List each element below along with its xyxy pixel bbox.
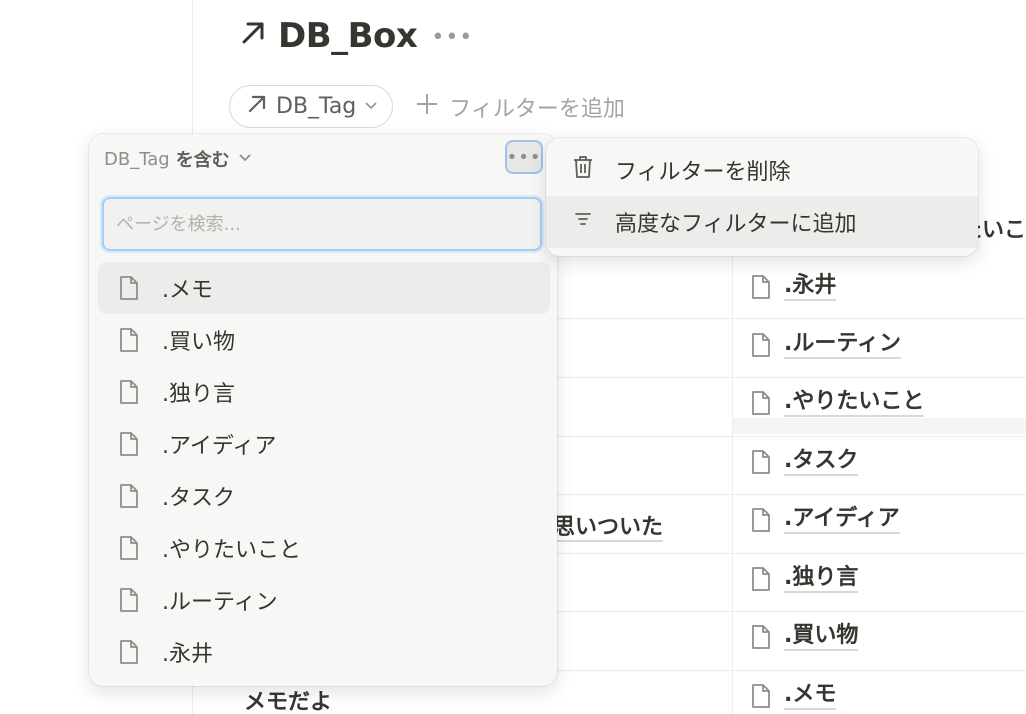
- chevron-down-icon: [364, 99, 378, 115]
- page-icon: [118, 639, 140, 665]
- table-cell[interactable]: .買い物: [750, 623, 859, 652]
- cell-text: .ルーティン: [784, 331, 902, 360]
- page-option[interactable]: .独り言: [98, 366, 550, 418]
- page-option[interactable]: .やりたいこと: [98, 522, 550, 574]
- add-filter-label: フィルターを追加: [449, 96, 625, 122]
- page-option[interactable]: .アイディア: [98, 418, 550, 470]
- table-cell[interactable]: .やりたいこと: [750, 389, 925, 418]
- table-cell[interactable]: .永井: [750, 273, 837, 302]
- page-icon: [750, 449, 772, 475]
- add-to-advanced-filter-menu-item[interactable]: 高度なフィルターに追加: [546, 196, 978, 248]
- chevron-down-icon: [238, 152, 252, 166]
- add-filter-button[interactable]: フィルターを追加: [415, 91, 625, 123]
- filter-lines-icon: [571, 207, 595, 237]
- ellipsis-icon: •••: [506, 146, 542, 168]
- page-icon: [118, 483, 140, 509]
- table-cell[interactable]: メモだよ: [244, 684, 333, 714]
- cell-text: メモだよ: [244, 690, 333, 714]
- page-option-label: .永井: [162, 642, 213, 667]
- page-option-label: .買い物: [162, 330, 235, 355]
- page-icon: [118, 327, 140, 353]
- filter-property: DB_Tag: [104, 148, 170, 170]
- menu-item-label: 高度なフィルターに追加: [615, 212, 857, 237]
- page-option[interactable]: .タスク: [98, 470, 550, 522]
- cell-text: 思いついた: [553, 515, 664, 542]
- page-title[interactable]: DB_Box: [278, 16, 418, 56]
- filter-more-button[interactable]: •••: [505, 140, 543, 174]
- cell-text: .メモ: [784, 682, 837, 711]
- page-option-label: .やりたいこと: [162, 538, 301, 563]
- table-cell[interactable]: .アイディア: [750, 506, 900, 535]
- delete-filter-menu-item[interactable]: フィルターを削除: [546, 144, 978, 196]
- table-cell[interactable]: .メモ: [750, 682, 837, 711]
- page-icon: [750, 332, 772, 358]
- cell-text: .アイディア: [784, 506, 900, 535]
- table-cell[interactable]: .タスク: [750, 448, 859, 477]
- page-option-list: .メモ .買い物 .独り言 .アイディア .タスク .やりたいこと .ルーティン .永井: [98, 262, 550, 678]
- filter-bar: DB_Tag フィルターを追加: [229, 85, 625, 128]
- cell-text: .タスク: [784, 448, 859, 477]
- page-icon: [750, 274, 772, 300]
- page-header: DB_Box •••: [238, 16, 473, 56]
- page-option[interactable]: .永井: [98, 626, 550, 678]
- page-option[interactable]: .買い物: [98, 314, 550, 366]
- page-icon: [750, 507, 772, 533]
- page-icon: [118, 275, 140, 301]
- filter-operator: を含む: [175, 150, 230, 171]
- page-icon: [750, 624, 772, 650]
- page-icon: [118, 587, 140, 613]
- page-icon: [118, 535, 140, 561]
- page-icon: [750, 683, 772, 709]
- menu-item-label: フィルターを削除: [615, 160, 791, 185]
- table-cell[interactable]: .ルーティン: [750, 331, 902, 360]
- row-highlight: [733, 418, 1026, 434]
- filter-context-menu: フィルターを削除 高度なフィルターに追加: [546, 138, 978, 256]
- trash-icon: [571, 154, 595, 186]
- cell-text: .独り言: [784, 565, 859, 594]
- arrow-up-right-icon: [246, 93, 268, 121]
- page-option-label: .ルーティン: [162, 590, 278, 615]
- page-option-label: .メモ: [162, 278, 213, 303]
- cell-text: .やりたいこと: [784, 389, 925, 418]
- page-search-input[interactable]: [102, 197, 542, 251]
- page-option[interactable]: .ルーティン: [98, 574, 550, 626]
- filter-dropdown: DB_Tag を含む ••• .メモ .買い物 .独り言 .アイディア .タスク .やりた…: [89, 134, 557, 686]
- page-option-label: .独り言: [162, 382, 235, 407]
- table-cell[interactable]: 思いついた: [553, 509, 664, 542]
- page-option-label: .タスク: [162, 486, 235, 511]
- table-cell[interactable]: .独り言: [750, 565, 859, 594]
- plus-icon: [415, 92, 439, 122]
- cell-text: .買い物: [784, 623, 859, 652]
- page-icon: [750, 390, 772, 416]
- page-option[interactable]: .メモ: [98, 262, 550, 314]
- page-option-label: .アイディア: [162, 434, 277, 459]
- ellipsis-icon[interactable]: •••: [431, 25, 473, 50]
- page-icon: [118, 431, 140, 457]
- filter-chip-label: DB_Tag: [276, 94, 357, 119]
- filter-chip-db-tag[interactable]: DB_Tag: [229, 85, 394, 128]
- page-icon: [750, 566, 772, 592]
- page-icon: [118, 379, 140, 405]
- arrow-up-right-icon: [238, 18, 268, 54]
- cell-text: .永井: [784, 273, 837, 302]
- filter-condition[interactable]: DB_Tag を含む: [104, 146, 252, 172]
